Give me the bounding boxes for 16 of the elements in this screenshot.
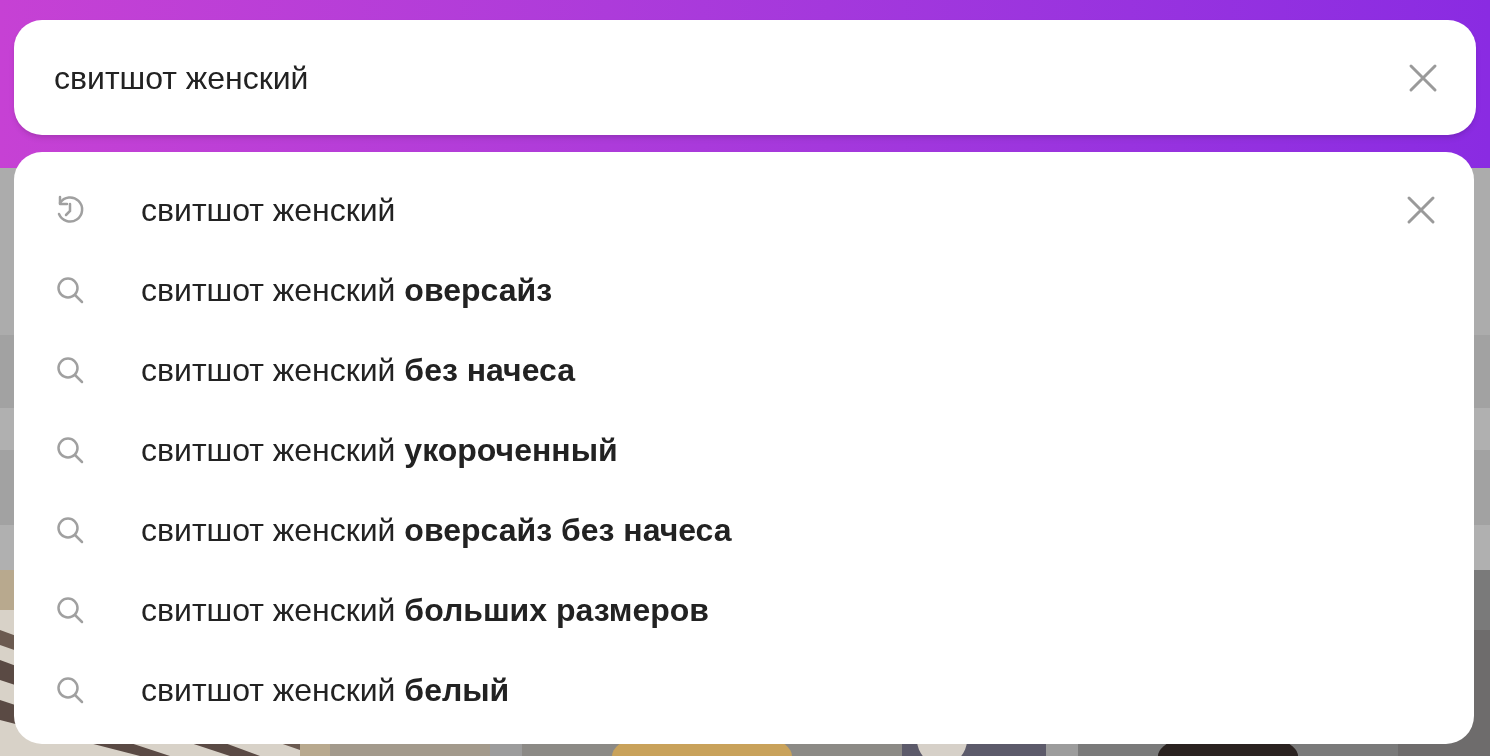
suggestion-item[interactable]: свитшот женский укороченный (14, 410, 1474, 490)
search-icon (55, 675, 85, 705)
suggestion-item[interactable]: свитшот женский больших размеров (14, 570, 1474, 650)
suggestion-item[interactable]: свитшот женский оверсайз (14, 250, 1474, 330)
search-icon (55, 355, 85, 385)
suggestion-item[interactable]: свитшот женский оверсайз без начеса (14, 490, 1474, 570)
search-icon (55, 275, 85, 305)
close-icon[interactable] (1406, 195, 1436, 225)
search-bar[interactable]: свитшот женский (14, 20, 1476, 135)
close-icon[interactable] (1408, 62, 1438, 93)
search-icon (55, 595, 85, 625)
search-icon (55, 515, 85, 545)
suggestion-item[interactable]: свитшот женский без начеса (14, 330, 1474, 410)
suggestion-item[interactable]: свитшот женский (14, 170, 1474, 250)
suggestion-item[interactable]: свитшот женский белый (14, 650, 1474, 730)
search-icon (55, 435, 85, 465)
